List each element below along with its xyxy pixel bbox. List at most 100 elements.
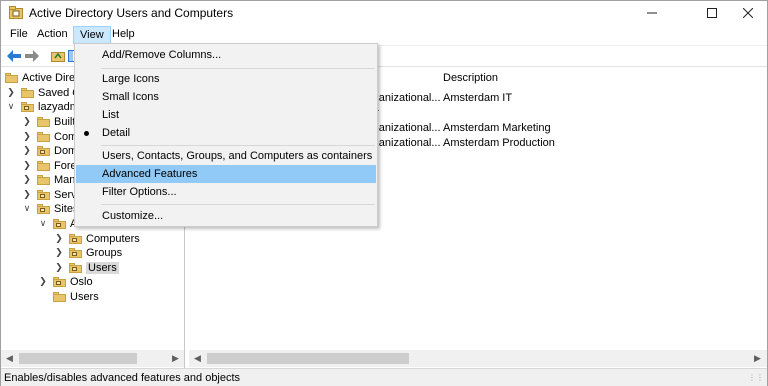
menu-item-label: Advanced Features	[102, 168, 198, 180]
row-1-type[interactable]: rganizational...	[369, 92, 441, 104]
minimize-icon	[647, 12, 657, 14]
row-4-type[interactable]: rganizational...	[369, 137, 441, 149]
tree-item-oslo[interactable]: ❯ Oslo	[37, 274, 93, 289]
menu-users-as-containers[interactable]: Users, Contacts, Groups, and Computers a…	[76, 147, 376, 165]
folder-icon	[53, 291, 66, 302]
minimize-button[interactable]	[629, 1, 675, 25]
menu-advanced-features[interactable]: Advanced Features	[76, 165, 376, 183]
tree-label-amsterdam-users: Users	[86, 261, 119, 274]
chevron-right-icon[interactable]: ❯	[21, 116, 33, 128]
row-1-description[interactable]: Amsterdam IT	[443, 92, 512, 104]
tree-label-users: Users	[70, 290, 99, 303]
menu-separator	[101, 204, 375, 205]
menu-add-remove-columns[interactable]: Add/Remove Columns...	[76, 46, 376, 64]
chevron-right-icon[interactable]: ❯	[21, 189, 33, 201]
menu-item-label: Filter Options...	[102, 186, 177, 198]
tree-item-managed[interactable]: ❯ Man	[21, 172, 75, 187]
tree-item-service[interactable]: ❯ Serv	[21, 187, 76, 202]
maximize-icon	[707, 8, 717, 18]
ou-icon	[53, 218, 66, 229]
tree-item-foreign[interactable]: ❯ Fore	[21, 158, 76, 173]
menu-action[interactable]: Action	[31, 26, 74, 44]
chevron-right-icon[interactable]: ❯	[53, 233, 65, 245]
row-3-description[interactable]: Amsterdam Marketing	[443, 122, 551, 134]
menu-file[interactable]: File	[4, 26, 34, 44]
menu-small-icons[interactable]: Small Icons	[76, 88, 376, 106]
chevron-down-icon[interactable]: ∨	[5, 101, 17, 113]
ou-icon	[69, 233, 82, 244]
chevron-down-icon[interactable]: ∨	[21, 203, 33, 215]
ou-icon	[37, 189, 50, 200]
menu-large-icons[interactable]: Large Icons	[76, 70, 376, 88]
tree-item-amsterdam-users[interactable]: ❯ Users	[53, 260, 119, 275]
chevron-right-icon[interactable]: ❯	[21, 131, 33, 143]
back-button[interactable]	[5, 48, 23, 64]
tree-item-users[interactable]: Users	[37, 289, 99, 304]
tree-item-builtin[interactable]: ❯ Built	[21, 114, 75, 129]
close-icon	[743, 8, 753, 18]
tree-item-computers[interactable]: ❯ Com	[21, 129, 77, 144]
title-bar: Active Directory Users and Computers	[1, 1, 767, 25]
tree-label-builtin: Built	[54, 115, 76, 128]
menu-list[interactable]: List	[76, 106, 376, 124]
tree-label-amsterdam-groups: Groups	[86, 246, 123, 259]
scroll-right-icon[interactable]: ▶	[749, 350, 766, 367]
scroll-left-icon[interactable]: ◀	[189, 350, 206, 367]
scroll-thumb[interactable]	[19, 353, 137, 364]
menu-help[interactable]: Help	[106, 26, 141, 44]
menu-item-label: Customize...	[102, 210, 164, 222]
menu-item-label: Users, Contacts, Groups, and Computers a…	[102, 150, 373, 162]
menu-filter-options[interactable]: Filter Options...	[76, 183, 376, 201]
forward-button[interactable]	[23, 48, 41, 64]
list-horizontal-scrollbar[interactable]: ◀ ▶	[189, 350, 767, 367]
menu-item-label: List	[102, 109, 120, 121]
folder-icon	[37, 131, 50, 142]
tree-item-amsterdam[interactable]: ∨ A	[37, 216, 78, 231]
tree-label-amsterdam-computers: Computers	[86, 232, 140, 245]
menu-item-label: Detail	[102, 127, 131, 139]
chevron-right-icon[interactable]: ❯	[5, 87, 17, 99]
row-4-description[interactable]: Amsterdam Production	[443, 137, 555, 149]
chevron-right-icon[interactable]: ❯	[21, 174, 33, 186]
menu-detail[interactable]: Detail	[76, 124, 376, 142]
scroll-right-icon[interactable]: ▶	[167, 350, 184, 367]
chevron-right-icon[interactable]: ❯	[21, 145, 33, 157]
folder-up-icon	[51, 52, 65, 62]
menu-view[interactable]: View	[73, 26, 111, 44]
tree-item-amsterdam-computers[interactable]: ❯ Computers	[53, 231, 140, 246]
tree-horizontal-scrollbar[interactable]: ◀ ▶	[1, 350, 184, 367]
forward-arrow-icon	[25, 50, 39, 62]
folder-icon	[37, 116, 50, 127]
folder-icon	[21, 87, 34, 98]
chevron-down-icon[interactable]: ∨	[37, 218, 49, 230]
tree-item-saved-queries[interactable]: ❯ Saved Q	[5, 85, 81, 100]
tree-item-domain[interactable]: ∨ lazyadm	[5, 99, 79, 114]
ou-icon	[69, 247, 82, 258]
scroll-left-icon[interactable]: ◀	[1, 350, 18, 367]
radio-bullet-icon	[84, 131, 89, 136]
tree-item-amsterdam-groups[interactable]: ❯ Groups	[53, 245, 122, 260]
app-window: Active Directory Users and Computers Fil…	[0, 0, 768, 386]
resize-grip-icon[interactable]: ⋮⋮	[748, 373, 764, 382]
menu-customize[interactable]: Customize...	[76, 207, 376, 225]
chevron-right-icon[interactable]: ❯	[53, 262, 65, 274]
tree-item-sites[interactable]: ∨ Sites	[21, 201, 79, 216]
chevron-right-icon[interactable]: ❯	[37, 276, 49, 288]
back-arrow-icon	[7, 50, 21, 62]
chevron-right-icon[interactable]: ❯	[53, 247, 65, 259]
row-3-type[interactable]: rganizational...	[369, 122, 441, 134]
ou-icon	[69, 262, 82, 273]
tree-label-oslo: Oslo	[70, 275, 93, 288]
tree-item-domain-controllers[interactable]: ❯ Dom	[21, 143, 77, 158]
tree-label-domain: lazyadm	[38, 100, 79, 113]
scroll-thumb[interactable]	[207, 353, 409, 364]
chevron-right-icon[interactable]: ❯	[21, 160, 33, 172]
folder-icon	[37, 160, 50, 171]
menu-separator	[101, 68, 375, 69]
column-header-description[interactable]: Description	[443, 72, 498, 88]
status-bar: Enables/disables advanced features and o…	[1, 368, 767, 386]
close-button[interactable]	[725, 1, 768, 25]
tree-label-managed: Man	[54, 173, 76, 186]
menu-separator	[101, 145, 375, 146]
